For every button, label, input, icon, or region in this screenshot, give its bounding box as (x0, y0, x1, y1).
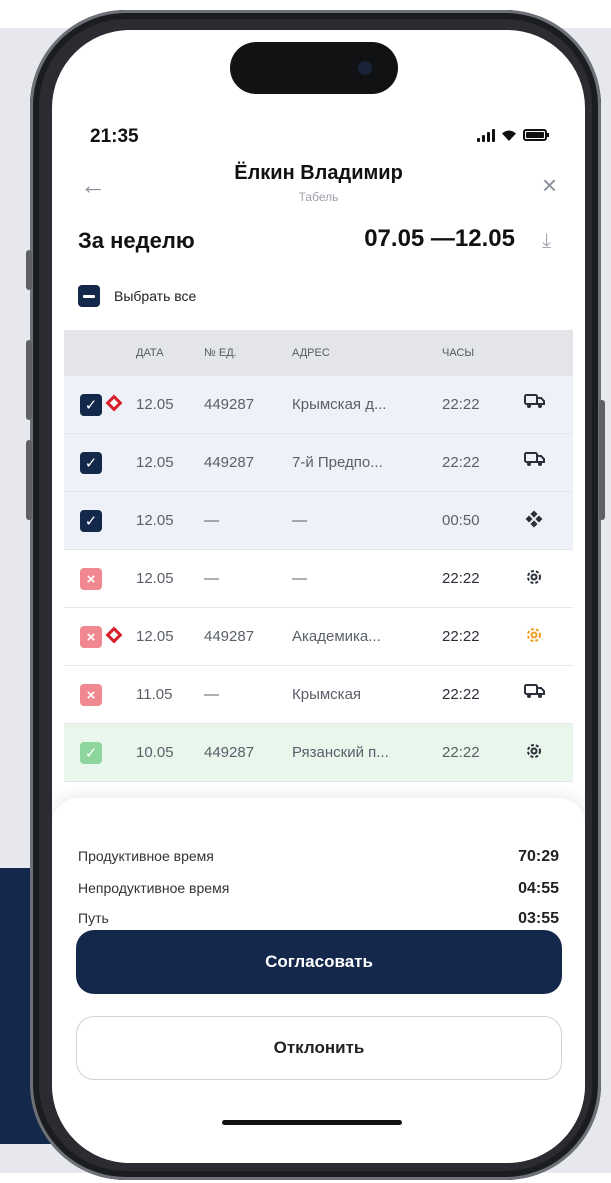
row-checkbox-rejected[interactable]: × (80, 626, 102, 648)
gear-orange-icon (524, 625, 544, 649)
select-all-label: Выбрать все (114, 288, 197, 304)
productive-time-value: 70:29 (518, 848, 559, 865)
row-unit: — (204, 512, 219, 529)
close-icon[interactable]: × (542, 170, 557, 201)
row-checkbox-checked[interactable]: ✓ (80, 394, 102, 416)
row-hours: 22:22 (442, 628, 480, 645)
table-row[interactable]: × 12.05 — — 22:22 (64, 550, 573, 608)
period-range[interactable]: 07.05 —12.05 (364, 225, 515, 253)
unproductive-time-label: Непродуктивное время (78, 880, 230, 896)
travel-time-value: 03:55 (518, 910, 559, 927)
productive-time-row: Продуктивное время 70:29 (78, 848, 559, 866)
row-hours: 22:22 (442, 686, 480, 703)
column-address: АДРЕС (292, 347, 330, 359)
download-icon[interactable]: ⤓ (542, 230, 551, 253)
table-row[interactable]: × 11.05 — Крымская 22:22 (64, 666, 573, 724)
row-address: — (292, 570, 307, 587)
row-unit: 449287 (204, 396, 255, 413)
status-icons (477, 128, 549, 142)
row-checkbox-checked[interactable]: ✓ (80, 452, 102, 474)
unproductive-time-row: Непродуктивное время 04:55 (78, 880, 559, 898)
unproductive-time-value: 04:55 (518, 880, 559, 897)
table-row[interactable]: × 12.05 449287 Академика... 22:22 (64, 608, 573, 666)
row-address: — (292, 512, 307, 529)
row-date: 12.05 (136, 570, 174, 587)
travel-time-row: Путь 03:55 (78, 910, 559, 928)
row-date: 10.05 (136, 744, 174, 761)
row-hours: 22:22 (442, 744, 480, 761)
truck-icon (524, 451, 546, 471)
table-row[interactable]: ✓ 12.05 449287 7-й Предпо... 22:22 (64, 434, 573, 492)
row-address: Крымская д... (292, 396, 387, 413)
table-header: ДАТА № ЕД. АДРЕС ЧАСЫ (64, 330, 573, 376)
gear-icon (524, 741, 544, 765)
row-checkbox-rejected[interactable]: × (80, 684, 102, 706)
app-screen: 21:35 ← Ёлкин Владимир Табель × За недел… (52, 30, 585, 1163)
table-row[interactable]: ✓ 12.05 449287 Крымская д... 22:22 (64, 376, 573, 434)
row-hours: 22:22 (442, 396, 480, 413)
column-unit: № ЕД. (204, 347, 237, 359)
truck-icon (524, 683, 546, 703)
battery-icon (523, 129, 549, 141)
row-date: 12.05 (136, 628, 174, 645)
mute-switch (26, 250, 32, 290)
warning-flag-icon (105, 394, 123, 412)
row-unit: — (204, 686, 219, 703)
table-row[interactable]: ✓ 12.05 — — 00:50 (64, 492, 573, 550)
truck-icon (524, 393, 546, 413)
warning-flag-icon (105, 626, 123, 644)
power-button (599, 400, 605, 520)
volume-up-button (26, 340, 32, 420)
travel-time-label: Путь (78, 910, 109, 926)
row-hours: 22:22 (442, 454, 480, 471)
row-checkbox-approved[interactable]: ✓ (80, 742, 102, 764)
productive-time-label: Продуктивное время (78, 848, 214, 864)
signal-icon (477, 128, 495, 142)
column-hours: ЧАСЫ (442, 347, 475, 359)
row-unit: 449287 (204, 454, 255, 471)
row-unit: 449287 (204, 744, 255, 761)
period-label: За неделю (78, 228, 195, 253)
approve-button[interactable]: Согласовать (76, 930, 562, 994)
summary-panel: Продуктивное время 70:29 Непродуктивное … (52, 798, 585, 1163)
row-address: 7-й Предпо... (292, 454, 383, 471)
wifi-icon (502, 130, 516, 141)
row-address: Академика... (292, 628, 381, 645)
reject-button[interactable]: Отклонить (76, 1016, 562, 1080)
select-all-toggle[interactable]: Выбрать все (78, 285, 196, 307)
row-address: Рязанский п... (292, 744, 389, 761)
row-date: 11.05 (136, 686, 173, 703)
row-date: 12.05 (136, 454, 174, 471)
select-all-checkbox[interactable] (78, 285, 100, 307)
row-unit: 449287 (204, 628, 255, 645)
volume-down-button (26, 440, 32, 520)
camera-icon (358, 61, 372, 75)
gear-icon (524, 567, 544, 591)
dynamic-island (230, 42, 398, 94)
table-row[interactable]: ✓ 10.05 449287 Рязанский п... 22:22 (64, 724, 573, 782)
row-date: 12.05 (136, 512, 174, 529)
column-date: ДАТА (136, 347, 164, 359)
diamond-grid-icon (524, 509, 544, 533)
page-title: Ёлкин Владимир (234, 162, 403, 184)
row-address: Крымская (292, 686, 362, 703)
row-unit: — (204, 570, 219, 587)
status-time: 21:35 (90, 126, 139, 147)
page-subtitle: Табель (298, 190, 339, 204)
row-hours: 22:22 (442, 570, 480, 587)
row-date: 12.05 (136, 396, 174, 413)
row-checkbox-rejected[interactable]: × (80, 568, 102, 590)
home-indicator[interactable] (222, 1120, 402, 1125)
row-checkbox-checked[interactable]: ✓ (80, 510, 102, 532)
row-hours: 00:50 (442, 512, 480, 529)
timesheet-table: ✓ 12.05 449287 Крымская д... 22:22 ✓ 12.05 4492… (64, 376, 573, 782)
